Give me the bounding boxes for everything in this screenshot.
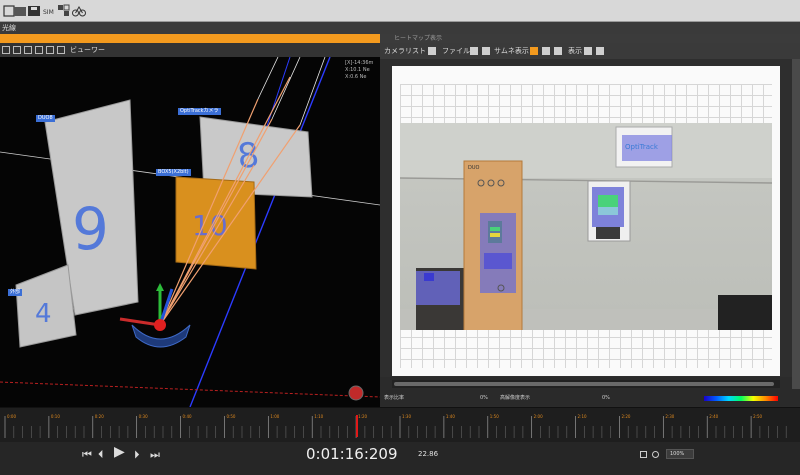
open-folder-icon[interactable] xyxy=(13,4,27,18)
image-icon[interactable] xyxy=(482,47,490,55)
3d-viewport[interactable]: 9 8 10 4 xyxy=(0,57,380,407)
camera-icon[interactable] xyxy=(24,46,32,54)
status-percent-1: 0% xyxy=(480,395,488,401)
status-mid-label: 高解像度表示 xyxy=(500,395,531,401)
orientation-icon[interactable] xyxy=(348,385,364,401)
viewport-info: [X]-14:36m X:10.1 Ne X:0.6 Ne xyxy=(345,60,373,81)
timeline-tick-label: 0:20 xyxy=(94,414,104,419)
panel-9-digit: 9 xyxy=(72,195,109,263)
vertical-scrollbar[interactable] xyxy=(792,59,800,389)
camera-list-button[interactable]: カメラリスト xyxy=(384,43,426,59)
photo-label-duo: DUO xyxy=(468,165,480,171)
export-icon[interactable]: SIM xyxy=(43,4,57,18)
bike-icon[interactable] xyxy=(72,4,86,18)
save-file-icon[interactable] xyxy=(470,47,478,55)
timeline-tick-label: 0:00 xyxy=(7,414,16,419)
timeline-tick-label: 2:00 xyxy=(533,414,543,419)
loop-checkbox-icon[interactable] xyxy=(640,451,647,458)
tab-label[interactable]: 光線 xyxy=(2,22,16,34)
zoom-select[interactable]: 100% xyxy=(666,449,694,459)
info-line-3: X:0.6 Ne xyxy=(345,74,367,80)
viewport-label: ビューワー xyxy=(70,46,105,54)
render-icon[interactable] xyxy=(46,46,54,54)
tab-strip xyxy=(0,22,800,34)
play-icon[interactable]: ▶ xyxy=(114,445,125,459)
timeline-tick-label: 2:50 xyxy=(753,414,763,419)
status-bar: 表示比率 0% 高解像度表示 0% xyxy=(380,390,800,406)
status-label: 表示比率 xyxy=(384,395,405,401)
panel-4-digit: 4 xyxy=(35,299,52,329)
label-small-box: 外部 xyxy=(8,289,23,296)
timeline-tick-label: 1:10 xyxy=(314,414,324,419)
status-percent-2: 0% xyxy=(602,395,610,401)
settings-icon[interactable] xyxy=(57,4,71,18)
skip-start-icon[interactable]: ⏮ xyxy=(82,448,92,461)
label-duo: DUO8 xyxy=(36,115,55,122)
viewport-toolbar xyxy=(0,43,380,57)
timeline-labels: 0:00 0:10 0:20 0:30 0:40 0:50 1:00 1:10 1:20 1:30… xyxy=(0,414,800,422)
svg-text:SIM: SIM xyxy=(43,9,54,16)
app-window: SIM 光線 ヒートマップ表示 ビューワー 9 8 xyxy=(0,0,800,475)
view-mode-icon[interactable] xyxy=(2,46,10,54)
zoom-tool-icon[interactable] xyxy=(584,47,592,55)
timeline-tick-label: 1:30 xyxy=(402,414,411,419)
gizmo-y-arrow xyxy=(156,283,164,291)
horizontal-scroll-thumb[interactable] xyxy=(394,382,774,386)
skip-end-icon[interactable]: ⏭ xyxy=(150,448,160,461)
timeline-tick-label: 2:40 xyxy=(709,414,719,419)
axis-red-line xyxy=(0,381,380,398)
label-optitrack: OptiTrackカメラ xyxy=(178,108,221,115)
timeline-tick-label: 1:00 xyxy=(270,414,280,419)
heatmap-image[interactable]: OptiTrack DUO xyxy=(400,123,772,330)
current-time: 0:01:16:209 xyxy=(306,445,398,463)
ray-bundle-white xyxy=(257,57,326,126)
info-line-2: X:10.1 Ne xyxy=(345,67,370,73)
axis-icon[interactable] xyxy=(57,46,65,54)
timeline-tick-label: 0:40 xyxy=(182,414,192,419)
pen-tool-icon[interactable] xyxy=(554,47,562,55)
grid-tool-icon[interactable] xyxy=(542,47,550,55)
active-panel-bar xyxy=(0,34,380,43)
timeline-tick-label: 1:40 xyxy=(445,414,455,419)
timeline-tick-label: 2:30 xyxy=(665,414,675,419)
fit-tool-icon[interactable] xyxy=(596,47,604,55)
timeline-tick-label: 0:10 xyxy=(50,414,60,419)
photo-label-optitrack: OptiTrack xyxy=(625,143,658,151)
file-button[interactable]: ファイル xyxy=(442,43,470,59)
list-icon[interactable] xyxy=(428,47,436,55)
cursor-tool-icon[interactable] xyxy=(530,47,538,55)
right-panel-title-bar xyxy=(380,34,800,43)
heatmap-toolbar: カメラリスト ファイル サムネ表示 表示 xyxy=(380,43,800,59)
timeline-playhead[interactable] xyxy=(355,415,358,437)
frame-counter: 22.86 xyxy=(418,450,439,458)
timeline-tick-label: 2:10 xyxy=(577,414,587,419)
grid-icon[interactable] xyxy=(13,46,21,54)
main-toolbar: SIM xyxy=(0,0,800,22)
step-forward-icon[interactable]: ⏵ xyxy=(134,448,140,461)
timeline-tick-label: 0:50 xyxy=(226,414,236,419)
info-line-1: [X]-14:36m xyxy=(345,60,374,66)
right-panel-title: ヒートマップ表示 xyxy=(394,35,443,42)
gizmo-origin[interactable] xyxy=(154,319,166,331)
timeline-tick-label: 2:20 xyxy=(621,414,631,419)
save-icon[interactable] xyxy=(27,4,41,18)
light-icon[interactable] xyxy=(35,46,43,54)
photo-svg xyxy=(400,123,772,330)
thumbnail-button[interactable]: サムネ表示 xyxy=(494,43,529,59)
gizmo-x-axis[interactable] xyxy=(119,317,161,327)
timeline-tick-label: 1:20 xyxy=(358,414,368,419)
horizontal-scrollbar[interactable] xyxy=(392,380,780,388)
display-button[interactable]: 表示 xyxy=(568,43,582,59)
timeline-tick-label: 0:30 xyxy=(138,414,148,419)
transport-bar: ⏮ ⏴ ▶ ⏵ ⏭ 0:01:16:209 22.86 100% xyxy=(0,442,800,475)
timeline-tick-label: 1:50 xyxy=(489,414,499,419)
heatmap-colorbar xyxy=(704,396,778,401)
record-icon[interactable] xyxy=(652,451,659,458)
label-boxed: BOX5(X2bit) xyxy=(156,169,191,176)
step-back-icon[interactable]: ⏴ xyxy=(98,448,104,461)
